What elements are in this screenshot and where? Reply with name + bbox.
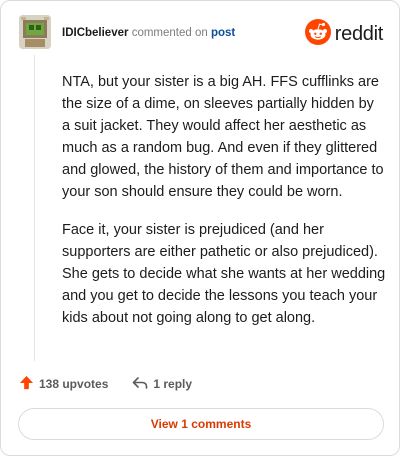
username[interactable]: IDICbeliever xyxy=(62,27,128,39)
reply-arrow-icon xyxy=(132,376,153,393)
thread-line xyxy=(34,55,35,361)
comment-actions: 138 upvotes 1 reply xyxy=(19,374,192,394)
comment-paragraph-1: NTA, but your sister is a big AH. FFS cu… xyxy=(62,74,384,200)
comment-header: IDICbeliever commented on post reddit xyxy=(19,15,385,55)
reddit-brand: reddit xyxy=(304,18,384,50)
post-link[interactable]: post xyxy=(211,27,235,39)
comment-card: IDICbeliever commented on post reddit NT… xyxy=(0,0,400,456)
user-avatar[interactable] xyxy=(19,15,51,49)
comment-byline: IDICbeliever commented on post xyxy=(62,27,235,39)
reply-button[interactable]: 1 reply xyxy=(132,376,192,393)
brand-name: reddit xyxy=(334,22,384,45)
reddit-logo-icon xyxy=(304,18,331,50)
byline-verb: commented on xyxy=(131,27,208,39)
upvote-button[interactable]: 138 upvotes xyxy=(19,375,108,393)
upvote-arrow-icon xyxy=(19,375,39,393)
comment-body: NTA, but your sister is a big AH. FFS cu… xyxy=(62,71,386,345)
reply-count: 1 reply xyxy=(153,377,193,391)
view-comments-button[interactable]: View 1 comments xyxy=(18,408,384,440)
upvote-count: 138 upvotes xyxy=(39,377,109,391)
comment-paragraph-2: Face it, your sister is prejudiced (and … xyxy=(62,222,386,326)
